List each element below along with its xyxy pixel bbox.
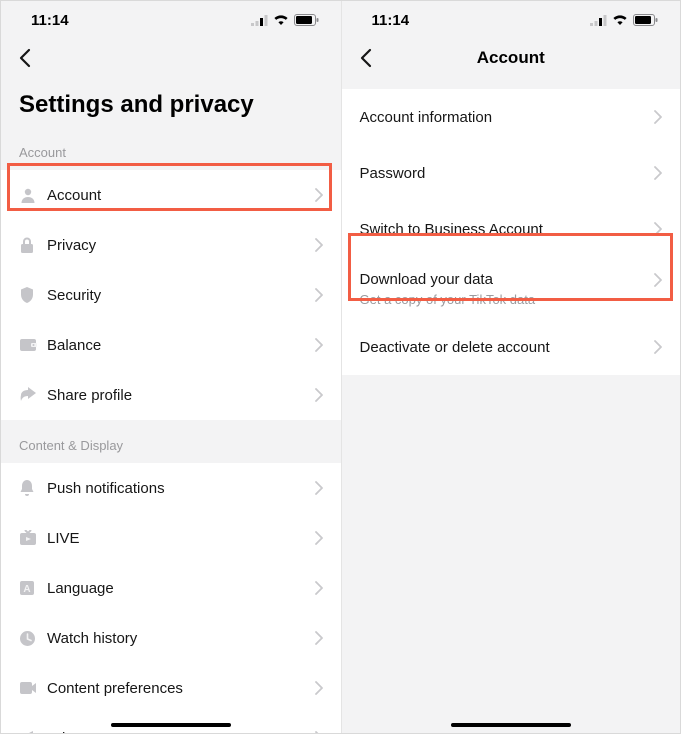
chevron-right-icon — [315, 338, 323, 352]
chevron-right-icon — [315, 631, 323, 645]
battery-icon — [294, 14, 319, 26]
back-button[interactable] — [15, 44, 35, 72]
account-screen: 11:14 Account Account information Passwo… — [341, 1, 681, 733]
content-list: Push notifications LIVE A Language Watch… — [1, 463, 341, 733]
list-item-label: Account information — [360, 109, 655, 126]
list-item-sublabel: Get a copy of your TikTok data — [360, 292, 663, 307]
list-item-account-information[interactable]: Account information — [342, 89, 681, 145]
nav-title: Account — [342, 48, 681, 68]
svg-text:A: A — [23, 584, 30, 595]
lock-icon — [19, 236, 47, 254]
signal-icon — [590, 15, 607, 26]
chevron-right-icon — [654, 166, 662, 180]
battery-icon — [633, 14, 658, 26]
list-item-label: LIVE — [47, 530, 315, 547]
megaphone-icon — [19, 730, 47, 733]
list-item-switch-business[interactable]: Switch to Business Account — [342, 201, 681, 257]
status-time: 11:14 — [372, 12, 410, 29]
list-item-label: Download your data — [360, 271, 655, 288]
chevron-right-icon — [315, 531, 323, 545]
share-icon — [19, 387, 47, 403]
status-indicators — [590, 14, 658, 26]
list-item-push-notifications[interactable]: Push notifications — [1, 463, 341, 513]
list-item-password[interactable]: Password — [342, 145, 681, 201]
chevron-right-icon — [315, 681, 323, 695]
shield-icon — [19, 286, 47, 304]
list-item-label: Watch history — [47, 630, 315, 647]
nav-header — [1, 39, 341, 77]
status-bar: 11:14 — [342, 1, 681, 39]
list-item-content-preferences[interactable]: Content preferences — [1, 663, 341, 713]
list-item-label: Push notifications — [47, 480, 315, 497]
chevron-right-icon — [654, 273, 662, 287]
settings-screen: 11:14 Settings and privacy Account Accou… — [1, 1, 341, 733]
list-item-label: Deactivate or delete account — [360, 339, 655, 356]
list-item-download-data[interactable]: Download your data Get a copy of your Ti… — [342, 257, 681, 319]
page-title: Settings and privacy — [1, 77, 341, 127]
chevron-right-icon — [315, 581, 323, 595]
account-list: Account Privacy Security Balance — [1, 170, 341, 420]
list-item-label: Privacy — [47, 237, 315, 254]
wifi-icon — [612, 14, 628, 26]
list-item-label: Language — [47, 580, 315, 597]
chevron-right-icon — [315, 288, 323, 302]
list-item-label: Switch to Business Account — [360, 221, 655, 238]
nav-header: Account — [342, 39, 681, 77]
home-indicator[interactable] — [451, 723, 571, 727]
list-item-label: Account — [47, 187, 315, 204]
signal-icon — [251, 15, 268, 26]
clock-icon — [19, 630, 47, 647]
chevron-left-icon — [360, 48, 372, 68]
chevron-right-icon — [654, 340, 662, 354]
list-item-privacy[interactable]: Privacy — [1, 220, 341, 270]
list-item-label: Password — [360, 165, 655, 182]
list-item-deactivate[interactable]: Deactivate or delete account — [342, 319, 681, 375]
chevron-right-icon — [315, 388, 323, 402]
wifi-icon — [273, 14, 289, 26]
chevron-right-icon — [315, 731, 323, 733]
list-item-account[interactable]: Account — [1, 170, 341, 220]
home-indicator[interactable] — [111, 723, 231, 727]
status-time: 11:14 — [31, 12, 69, 29]
list-item-label: Share profile — [47, 387, 315, 404]
video-icon — [19, 681, 47, 695]
chevron-right-icon — [654, 110, 662, 124]
live-icon — [19, 530, 47, 546]
status-bar: 11:14 — [1, 1, 341, 39]
list-item-live[interactable]: LIVE — [1, 513, 341, 563]
bell-icon — [19, 479, 47, 497]
chevron-right-icon — [315, 238, 323, 252]
chevron-right-icon — [654, 222, 662, 236]
chevron-left-icon — [19, 48, 31, 68]
list-item-label: Balance — [47, 337, 315, 354]
section-label-content: Content & Display — [1, 420, 341, 463]
list-item-label: Content preferences — [47, 680, 315, 697]
list-item-watch-history[interactable]: Watch history — [1, 613, 341, 663]
list-item-balance[interactable]: Balance — [1, 320, 341, 370]
status-indicators — [251, 14, 319, 26]
chevron-right-icon — [315, 188, 323, 202]
chevron-right-icon — [315, 481, 323, 495]
list-item-security[interactable]: Security — [1, 270, 341, 320]
section-label-account: Account — [1, 127, 341, 170]
person-icon — [19, 186, 47, 204]
account-menu-list: Account information Password Switch to B… — [342, 89, 681, 375]
list-item-language[interactable]: A Language — [1, 563, 341, 613]
back-button[interactable] — [356, 44, 376, 72]
list-item-label: Ads — [47, 730, 315, 734]
list-item-label: Security — [47, 287, 315, 304]
wallet-icon — [19, 337, 47, 353]
language-icon: A — [19, 580, 47, 596]
list-item-share-profile[interactable]: Share profile — [1, 370, 341, 420]
